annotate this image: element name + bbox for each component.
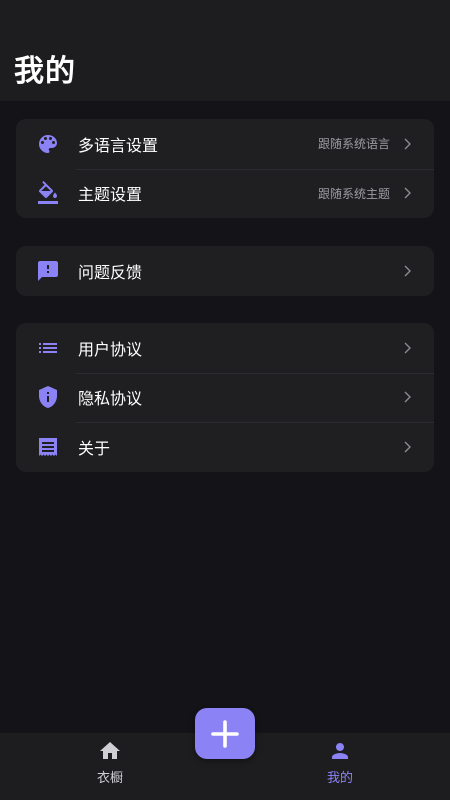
tab-mine-label: 我的 [326, 771, 353, 786]
chevron-right-icon [400, 186, 414, 200]
about-label: 关于 [78, 438, 111, 458]
feedback-icon [36, 259, 60, 283]
settings-group-3: 用户协议 隐私协议 关于 [16, 323, 434, 472]
user-agreement-label: 用户协议 [78, 339, 143, 359]
theme-settings-row[interactable]: 主题设置 跟随系统主题 [16, 168, 434, 219]
add-button[interactable] [195, 708, 255, 759]
home-icon [98, 739, 122, 763]
tab-mine[interactable]: 我的 [300, 739, 380, 786]
person-icon [328, 739, 352, 763]
language-settings-value: 跟随系统语言 [317, 137, 390, 152]
privacy-policy-label: 隐私协议 [78, 389, 143, 409]
receipt-icon [36, 435, 60, 459]
chevron-right-icon [400, 341, 414, 355]
chevron-right-icon [400, 264, 414, 278]
theme-settings-value: 跟随系统主题 [317, 186, 390, 201]
paint-bucket-icon [36, 181, 60, 205]
feedback-row[interactable]: 问题反馈 [16, 246, 434, 296]
settings-group-1: 多语言设置 跟随系统语言 主题设置 跟随系统主题 [16, 119, 434, 218]
list-icon [36, 336, 60, 360]
tab-wardrobe[interactable]: 衣橱 [70, 739, 150, 786]
shield-info-icon [36, 385, 60, 409]
language-settings-label: 多语言设置 [78, 135, 159, 155]
language-settings-row[interactable]: 多语言设置 跟随系统语言 [16, 119, 434, 169]
top-header: 我的 [0, 0, 450, 101]
feedback-label: 问题反馈 [78, 262, 143, 282]
settings-group-2: 问题反馈 [16, 246, 434, 296]
palette-icon [36, 132, 60, 156]
user-agreement-row[interactable]: 用户协议 [16, 323, 434, 373]
theme-settings-label: 主题设置 [78, 185, 143, 205]
plus-icon [209, 718, 241, 750]
privacy-policy-row[interactable]: 隐私协议 [16, 372, 434, 423]
chevron-right-icon [400, 390, 414, 404]
page-title: 我的 [14, 54, 76, 89]
chevron-right-icon [400, 440, 414, 454]
about-row[interactable]: 关于 [16, 422, 434, 472]
chevron-right-icon [400, 137, 414, 151]
tab-wardrobe-label: 衣橱 [96, 771, 123, 786]
